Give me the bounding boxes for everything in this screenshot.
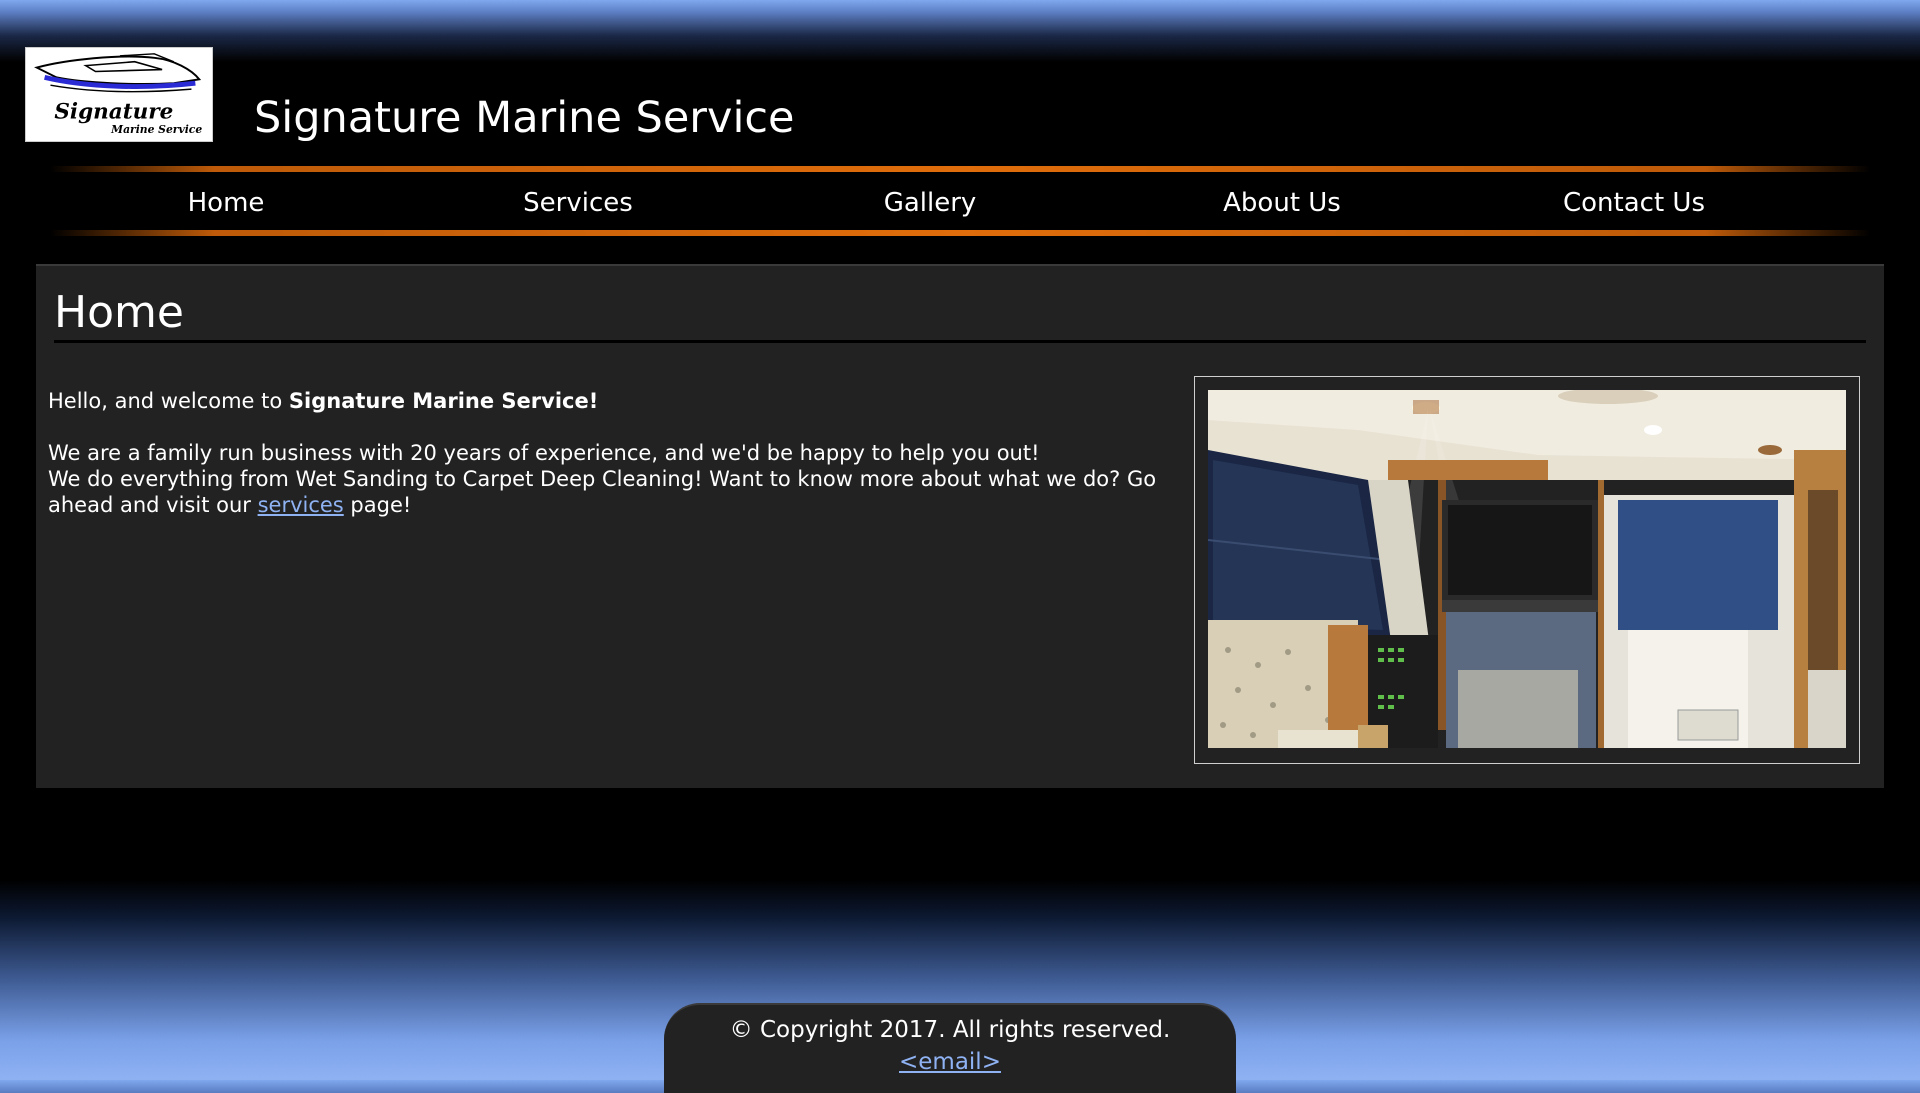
heading-divider	[54, 340, 1866, 343]
nav-services[interactable]: Services	[402, 180, 754, 226]
nav-bottom-divider	[50, 230, 1870, 236]
services-text-suffix: page!	[343, 493, 412, 517]
nav-gallery[interactable]: Gallery	[754, 180, 1106, 226]
services-paragraph: We do everything from Wet Sanding to Car…	[48, 466, 1158, 518]
nav-top-divider	[50, 166, 1870, 172]
site-logo[interactable]: Signature Marine Service	[25, 47, 213, 142]
nav-about-us[interactable]: About Us	[1106, 180, 1458, 226]
intro-text: Hello, and welcome to Signature Marine S…	[48, 388, 1158, 518]
copyright-text: © Copyright 2017. All rights reserved.	[729, 1017, 1171, 1043]
site-title: Signature Marine Service	[254, 93, 795, 143]
greeting-business-name: Signature Marine Service!	[288, 389, 599, 413]
email-link[interactable]: <email>	[664, 1047, 1236, 1077]
services-text-prefix: We do everything from Wet Sanding to Car…	[48, 467, 1157, 517]
nav-contact-us[interactable]: Contact Us	[1458, 180, 1810, 226]
nav-home[interactable]: Home	[50, 180, 402, 226]
page-heading: Home	[54, 287, 184, 338]
services-link[interactable]: services	[258, 493, 344, 517]
photo-frame	[1194, 376, 1860, 764]
greeting-prefix: Hello, and welcome to	[48, 389, 289, 413]
boat-cabin-photo	[1208, 390, 1846, 748]
svg-text:Marine Service: Marine Service	[110, 123, 202, 136]
content-panel: Home Hello, and welcome to Signature Mar…	[36, 264, 1884, 788]
experience-line: We are a family run business with 20 yea…	[48, 441, 1040, 465]
greeting-paragraph: Hello, and welcome to Signature Marine S…	[48, 388, 1158, 414]
main-navigation: Home Services Gallery About Us Contact U…	[50, 166, 1870, 238]
logo-wordmark: Signature	[54, 99, 173, 124]
